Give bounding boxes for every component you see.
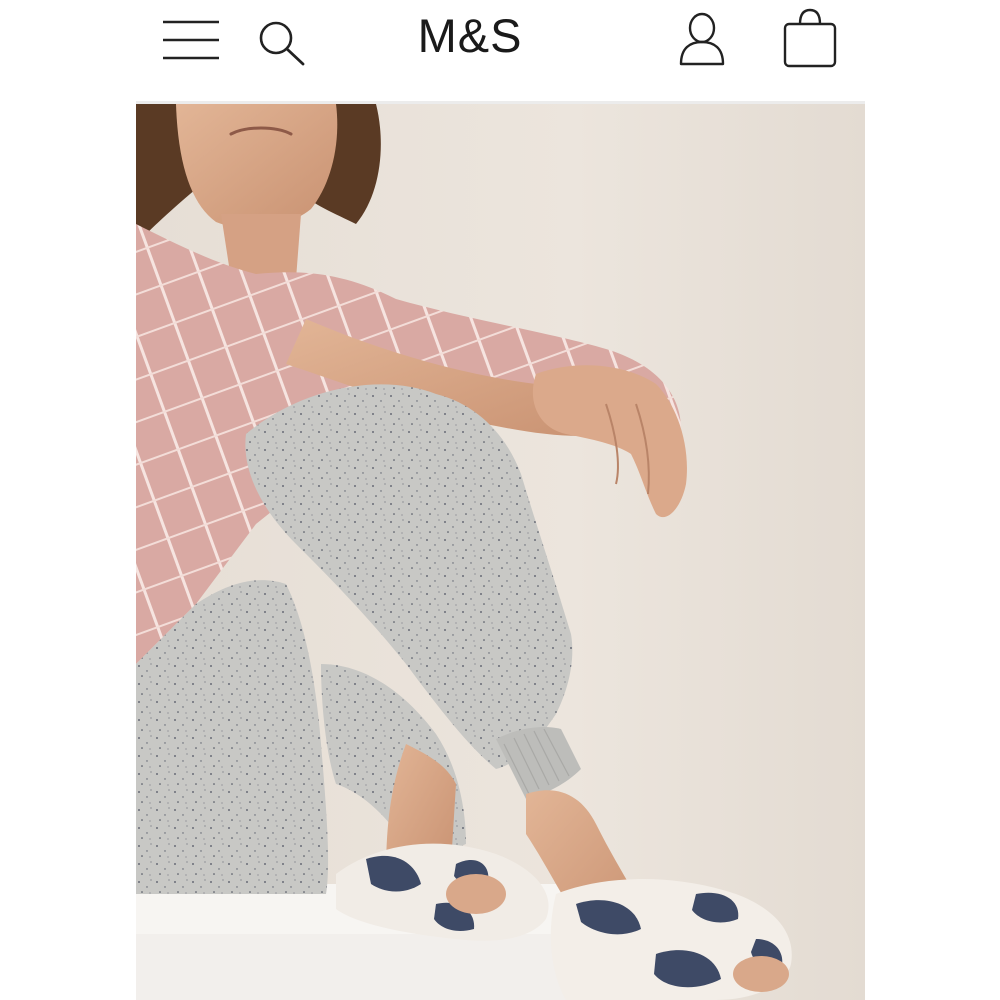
hamburger-menu-icon <box>163 20 219 60</box>
account-icon <box>679 12 725 66</box>
shopping-bag-button[interactable] <box>780 6 840 70</box>
hero-product-image[interactable] <box>136 104 865 1000</box>
site-header: M&S <box>0 0 1000 100</box>
search-icon <box>259 21 305 66</box>
search-button[interactable] <box>254 16 310 70</box>
account-button[interactable] <box>674 8 730 68</box>
brand-logo[interactable]: M&S <box>370 6 570 66</box>
shopping-bag-icon <box>783 8 837 68</box>
menu-button[interactable] <box>160 18 222 64</box>
model-photo <box>136 104 865 1000</box>
